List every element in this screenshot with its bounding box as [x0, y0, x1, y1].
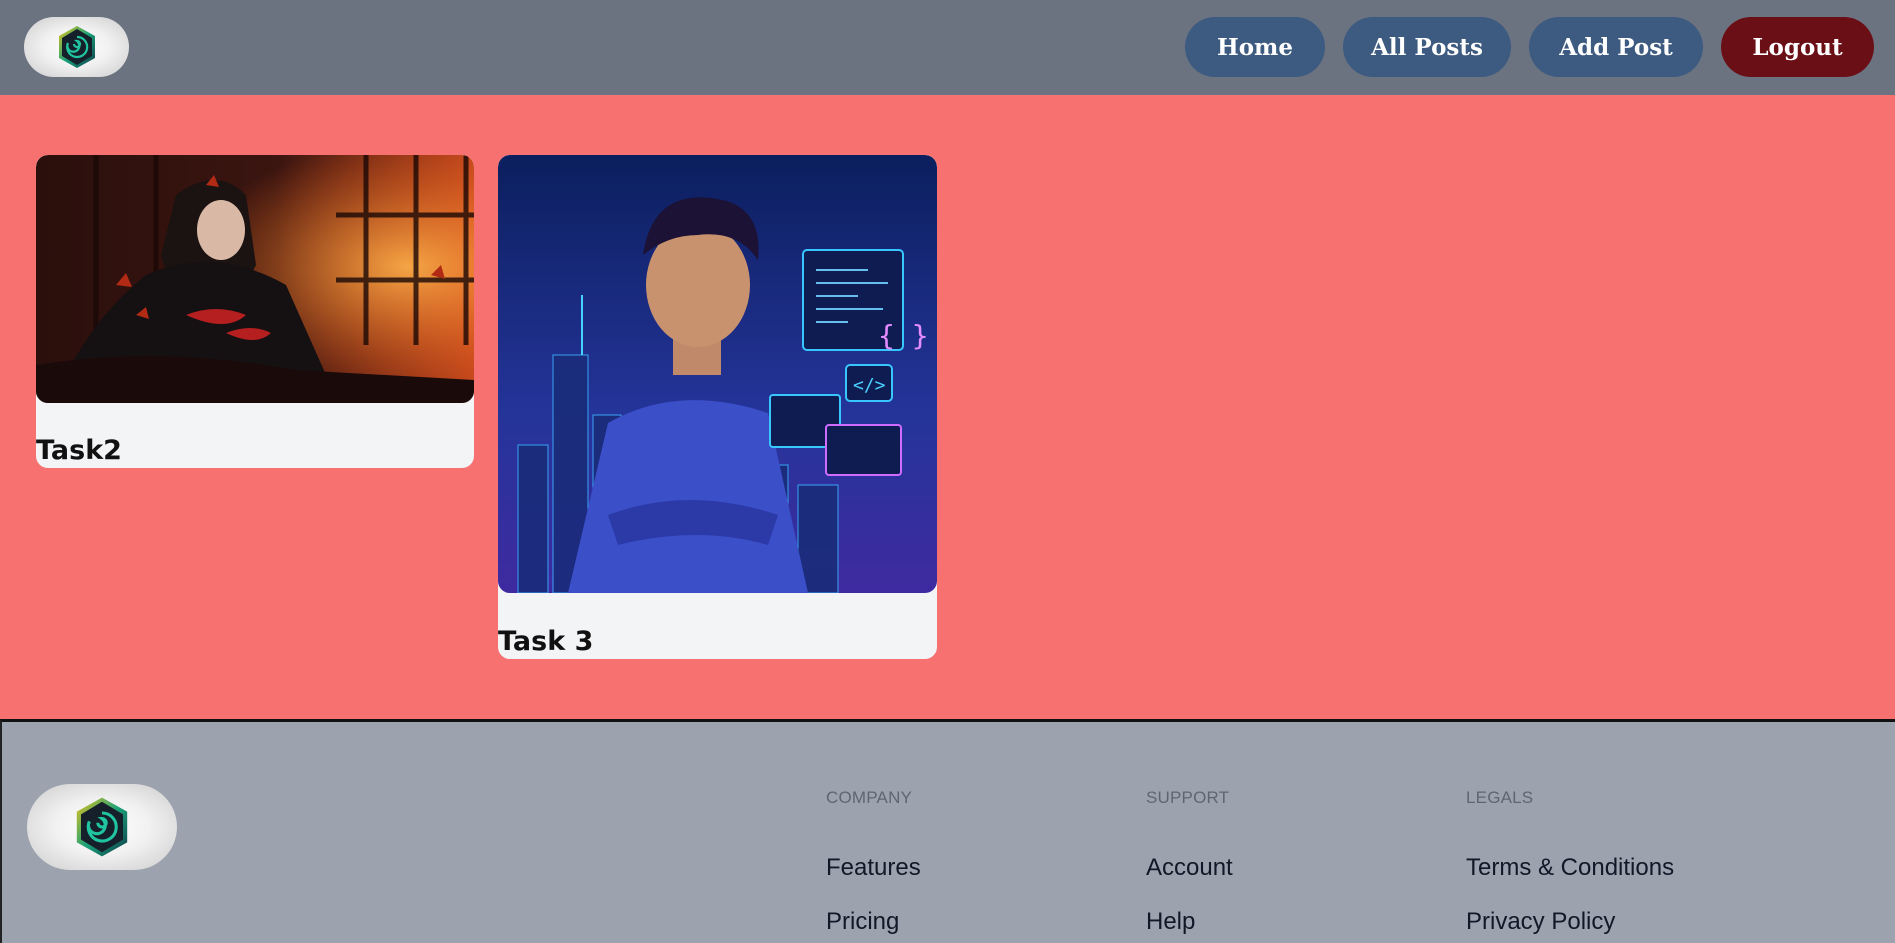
footer-column-support: Support Account Help: [1146, 788, 1233, 936]
post-card[interactable]: { } </> Task 3: [498, 155, 937, 659]
logout-button[interactable]: Logout: [1721, 17, 1874, 77]
post-title: Task2: [36, 435, 122, 466]
svg-text:</>: </>: [853, 375, 886, 396]
logo-link[interactable]: [24, 17, 129, 77]
footer-link-privacy[interactable]: Privacy Policy: [1466, 908, 1674, 936]
footer-column-heading: Legals: [1466, 788, 1534, 807]
app-logo-icon: [58, 26, 95, 68]
footer-link-features[interactable]: Features: [826, 854, 921, 882]
developer-illustration-image: { } </>: [498, 155, 937, 593]
footer: Company Features Pricing Support Account…: [0, 719, 1895, 943]
footer-link-terms[interactable]: Terms & Conditions: [1466, 854, 1674, 882]
footer-logo[interactable]: [27, 784, 177, 870]
footer-link-pricing[interactable]: Pricing: [826, 908, 921, 936]
anime-character-image: [36, 155, 474, 403]
svg-text:{ }: { }: [878, 319, 929, 352]
footer-link-help[interactable]: Help: [1146, 908, 1233, 936]
post-title: Task 3: [498, 626, 594, 657]
footer-column-heading: Company: [826, 788, 913, 807]
nav-home-button[interactable]: Home: [1185, 17, 1325, 77]
post-card[interactable]: Task2: [36, 155, 474, 468]
nav-add-post-button[interactable]: Add Post: [1529, 17, 1703, 77]
footer-column-company: Company Features Pricing: [826, 788, 921, 936]
footer-column-legals: Legals Terms & Conditions Privacy Policy: [1466, 788, 1674, 936]
footer-link-account[interactable]: Account: [1146, 854, 1233, 882]
posts-grid: Task2 {} </> Task 3: [0, 95, 1895, 719]
nav-all-posts-button[interactable]: All Posts: [1343, 17, 1511, 77]
app-logo-icon: [76, 797, 128, 857]
header: Home All Posts Add Post Logout: [0, 0, 1895, 95]
footer-column-heading: Support: [1146, 788, 1230, 807]
